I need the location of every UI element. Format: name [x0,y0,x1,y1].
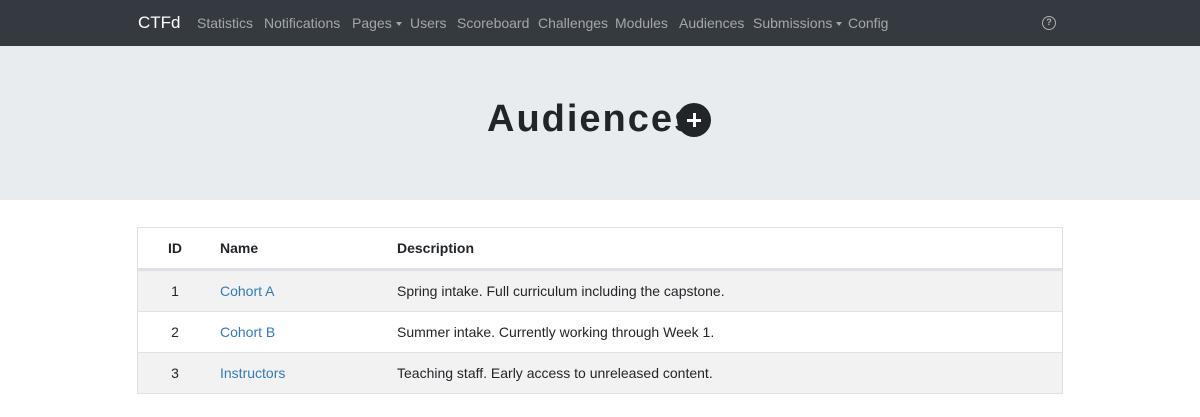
table-header: ID Name Description [138,228,1062,270]
cell-id: 2 [171,324,179,340]
caret-down-icon [395,22,402,26]
audience-name-link[interactable]: Cohort A [220,271,274,312]
page-title: Audiences [487,98,698,140]
cell-description: Spring intake. Full curriculum including… [397,283,725,299]
cell-description: Summer intake. Currently working through… [397,324,715,340]
nav-pages-dropdown[interactable]: Pages [352,0,402,46]
plus-circle-icon[interactable] [677,103,711,137]
nav-scoreboard[interactable]: Scoreboard [457,0,529,46]
nav-audiences[interactable]: Audiences [679,0,744,46]
audience-name-link[interactable]: Instructors [220,353,285,394]
cell-description: Teaching staff. Early access to unreleas… [397,365,713,381]
nav-pages-label: Pages [352,15,392,31]
cell-id: 1 [171,283,179,299]
table-row: 1 Cohort A Spring intake. Full curriculu… [138,270,1062,311]
table-row: 2 Cohort B Summer intake. Currently work… [138,311,1062,352]
top-navbar: CTFd Statistics Notifications Pages User… [0,0,1200,46]
caret-down-icon [836,22,843,26]
page-header: Audiences [0,46,1200,200]
nav-challenges[interactable]: Challenges [538,0,608,46]
brand-logo[interactable]: CTFd [138,0,181,46]
nav-notifications[interactable]: Notifications [264,0,340,46]
nav-users[interactable]: Users [410,0,447,46]
column-header-description: Description [397,240,475,256]
nav-statistics[interactable]: Statistics [197,0,253,46]
column-header-id: ID [168,240,182,256]
audience-name-link[interactable]: Cohort B [220,312,275,353]
nav-submissions-dropdown[interactable]: Submissions [753,0,843,46]
table-row: 3 Instructors Teaching staff. Early acce… [138,352,1062,393]
cell-id: 3 [171,365,179,381]
column-header-name: Name [220,240,259,256]
question-circle-icon[interactable]: ? [1042,16,1056,30]
audiences-table: ID Name Description 1 Cohort A Spring in… [137,227,1063,394]
nav-config[interactable]: Config [848,0,888,46]
nav-modules[interactable]: Modules [615,0,668,46]
nav-submissions-label: Submissions [753,15,833,31]
